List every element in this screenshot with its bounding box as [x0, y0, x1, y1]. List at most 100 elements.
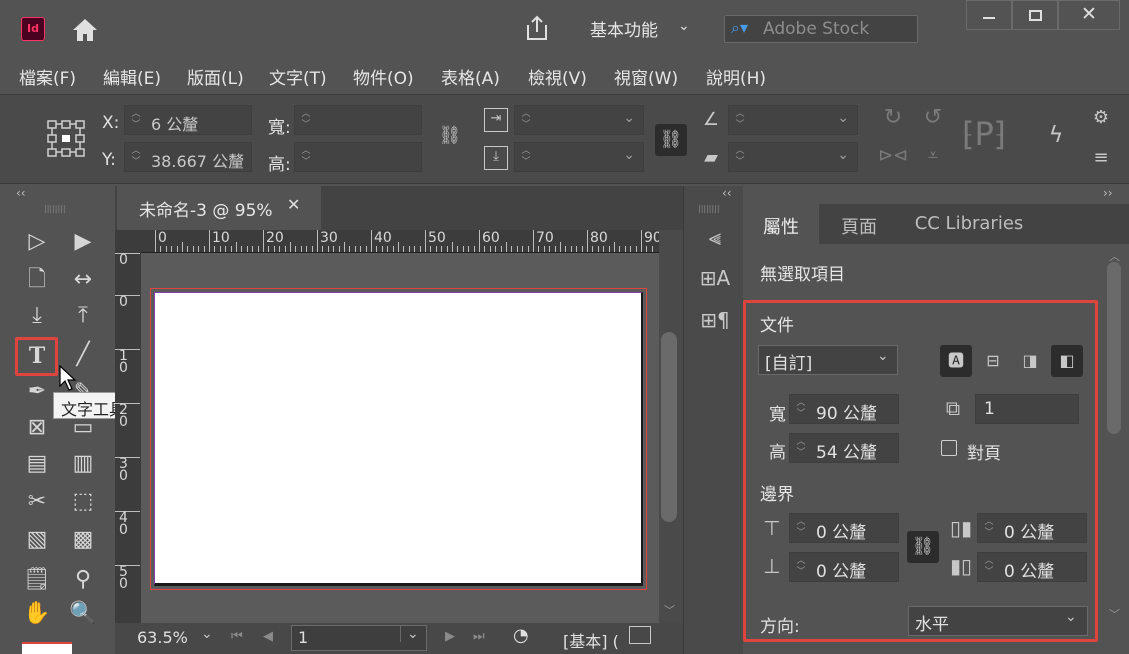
- menu-view[interactable]: 檢視(V): [528, 64, 587, 89]
- menu-layout[interactable]: 版面(L): [187, 64, 244, 89]
- stepper-icon[interactable]: ︿ ﹀: [299, 109, 313, 133]
- constrain-scale-link-icon[interactable]: ⛓: [655, 124, 687, 156]
- margin-bottom-field[interactable]: ︿ ﹀ 0 公釐: [789, 552, 899, 582]
- shear-field[interactable]: ︿ ﹀ ⌄: [728, 142, 858, 172]
- zoom-tool-icon[interactable]: 🔍: [66, 598, 100, 630]
- flip-vertical-icon[interactable]: ⩡: [918, 145, 948, 166]
- tab-cc-libraries[interactable]: CC Libraries: [899, 204, 1039, 244]
- width-field[interactable]: ︿ ﹀: [294, 105, 422, 135]
- stepper-icon[interactable]: ︿ ﹀: [794, 398, 808, 422]
- adobe-stock-search[interactable]: ⌕▾ Adobe Stock: [724, 15, 918, 43]
- preflight-icon[interactable]: ◔: [513, 625, 529, 646]
- horizontal-grid-tool-icon[interactable]: ▤: [20, 448, 54, 480]
- hand-tool-icon[interactable]: ✋: [20, 598, 54, 630]
- menu-window[interactable]: 視窗(W): [614, 64, 678, 89]
- last-page-icon[interactable]: ⏭: [473, 629, 485, 644]
- vertical-grid-tool-icon[interactable]: ▥: [66, 448, 100, 480]
- stepper-icon[interactable]: ︿ ﹀: [794, 517, 808, 541]
- close-button[interactable]: ✕: [1058, 0, 1120, 30]
- preset-dropdown[interactable]: [自訂] ⌄: [758, 345, 898, 375]
- scale-y-field[interactable]: ︿ ﹀ ⌄: [514, 142, 644, 172]
- intent-print-icon[interactable]: 🅰: [940, 345, 972, 377]
- hamburger-menu-icon[interactable]: ≡: [1090, 147, 1112, 168]
- home-icon[interactable]: [70, 16, 100, 44]
- stepper-icon[interactable]: ︿ ﹀: [519, 109, 533, 133]
- margin-top-field[interactable]: ︿ ﹀ 0 公釐: [789, 513, 899, 543]
- stepper-icon[interactable]: ︿ ﹀: [519, 146, 533, 170]
- fill-swatch[interactable]: [22, 642, 72, 654]
- document-tab[interactable]: 未命名-3 @ 95% ✕: [117, 186, 321, 230]
- rotate-cw-icon[interactable]: ↻: [878, 105, 908, 130]
- reference-point-icon[interactable]: [46, 119, 86, 159]
- stepper-icon[interactable]: ︿ ﹀: [982, 556, 996, 580]
- menu-type[interactable]: 文字(T): [269, 64, 327, 89]
- share-icon[interactable]: [522, 13, 552, 43]
- rectangle-frame-tool-icon[interactable]: ⊠: [20, 412, 54, 444]
- menu-table[interactable]: 表格(A): [441, 64, 500, 89]
- expand-panel-icon[interactable]: ››: [1103, 186, 1113, 200]
- stepper-icon[interactable]: ︿ ﹀: [733, 146, 747, 170]
- margin-inside-field[interactable]: ︿ ﹀ 0 公釐: [977, 513, 1087, 543]
- pasteboard[interactable]: [141, 253, 659, 623]
- stepper-icon[interactable]: ︿ ﹀: [129, 146, 143, 170]
- intent-vertical-icon[interactable]: ⊟: [977, 345, 1009, 377]
- scissors-tool-icon[interactable]: ✂: [20, 486, 54, 518]
- gradient-swatch-tool-icon[interactable]: ▧: [20, 524, 54, 556]
- zoom-level[interactable]: 63.5%: [137, 628, 188, 647]
- tab-properties[interactable]: 屬性: [743, 204, 819, 244]
- orientation-portrait-icon[interactable]: ◨: [1014, 345, 1046, 377]
- selection-tool-icon[interactable]: ▷: [20, 226, 54, 258]
- margin-outside-field[interactable]: ︿ ﹀ 0 公釐: [977, 552, 1087, 582]
- menu-edit[interactable]: 編輯(E): [103, 64, 161, 89]
- content-collector-icon[interactable]: ⤓: [20, 300, 54, 332]
- menu-object[interactable]: 物件(O): [353, 64, 414, 89]
- stepper-icon[interactable]: ︿ ﹀: [982, 517, 996, 541]
- document-page[interactable]: [154, 292, 643, 586]
- eyedropper-tool-icon[interactable]: ⚲: [66, 564, 100, 596]
- pages-count-field[interactable]: 1: [975, 394, 1079, 424]
- constrain-link-broken-icon[interactable]: ⛓: [436, 125, 464, 146]
- stepper-icon[interactable]: ︿ ﹀: [129, 109, 143, 133]
- first-page-icon[interactable]: ⏮: [231, 629, 243, 644]
- note-tool-icon[interactable]: 🗒: [20, 564, 54, 596]
- height-field[interactable]: ︿ ﹀: [294, 142, 422, 172]
- collapse-panel-icon[interactable]: ‹‹: [16, 186, 26, 200]
- direct-selection-tool-icon[interactable]: ▶: [66, 226, 100, 258]
- character-styles-icon[interactable]: ⊞A: [698, 266, 732, 290]
- y-field[interactable]: ︿ ﹀ 38.667 公釐: [124, 142, 252, 172]
- gradient-feather-tool-icon[interactable]: ▩: [66, 524, 100, 556]
- stepper-icon[interactable]: ︿ ﹀: [299, 146, 313, 170]
- previous-page-icon[interactable]: ◀: [263, 629, 273, 644]
- vertical-scrollbar[interactable]: ﹀: [659, 230, 683, 623]
- free-transform-tool-icon[interactable]: ⬚: [66, 486, 100, 518]
- stepper-icon[interactable]: ︿ ﹀: [733, 109, 747, 133]
- margin-link-icon[interactable]: ⛓: [907, 531, 939, 563]
- close-icon[interactable]: ✕: [287, 195, 300, 214]
- stepper-icon[interactable]: ︿ ﹀: [794, 556, 808, 580]
- chevron-down-icon[interactable]: ⌄: [201, 626, 213, 642]
- workspace-switcher[interactable]: 基本功能 ⌄: [590, 16, 700, 42]
- frame-p-icon[interactable]: ⁅P⁆: [962, 115, 1006, 153]
- doc-height-field[interactable]: ︿ ﹀ 54 公釐: [789, 433, 899, 463]
- flip-horizontal-icon[interactable]: ⊳⊲: [878, 145, 908, 166]
- doc-width-field[interactable]: ︿ ﹀ 90 公釐: [789, 394, 899, 424]
- scroll-thumb[interactable]: [1107, 262, 1121, 434]
- collapse-panel-icon[interactable]: ‹‹: [722, 186, 732, 200]
- scale-x-field[interactable]: ︿ ﹀ ⌄: [514, 105, 644, 135]
- scroll-thumb[interactable]: [661, 332, 677, 522]
- split-window-icon[interactable]: [629, 626, 651, 644]
- maximize-button[interactable]: [1012, 0, 1058, 30]
- orientation-landscape-icon[interactable]: ◧: [1051, 345, 1083, 377]
- stepper-icon[interactable]: ︿ ﹀: [794, 437, 808, 461]
- next-page-icon[interactable]: ▶: [445, 629, 455, 644]
- page-tool-icon[interactable]: 🗋: [20, 264, 54, 296]
- minimize-button[interactable]: [966, 0, 1012, 30]
- page-number-field[interactable]: 1 ⌄: [291, 625, 427, 651]
- rotate-ccw-icon[interactable]: ↺: [918, 105, 948, 130]
- gap-tool-icon[interactable]: ↔: [66, 264, 100, 296]
- facing-pages-checkbox[interactable]: [941, 440, 957, 456]
- orientation-dropdown[interactable]: 水平 ⌄: [908, 606, 1088, 636]
- content-placer-icon[interactable]: ⤒: [66, 300, 100, 332]
- panel-scrollbar[interactable]: ︿ ﹀: [1105, 248, 1123, 648]
- scroll-down-icon[interactable]: ﹀: [1109, 606, 1120, 622]
